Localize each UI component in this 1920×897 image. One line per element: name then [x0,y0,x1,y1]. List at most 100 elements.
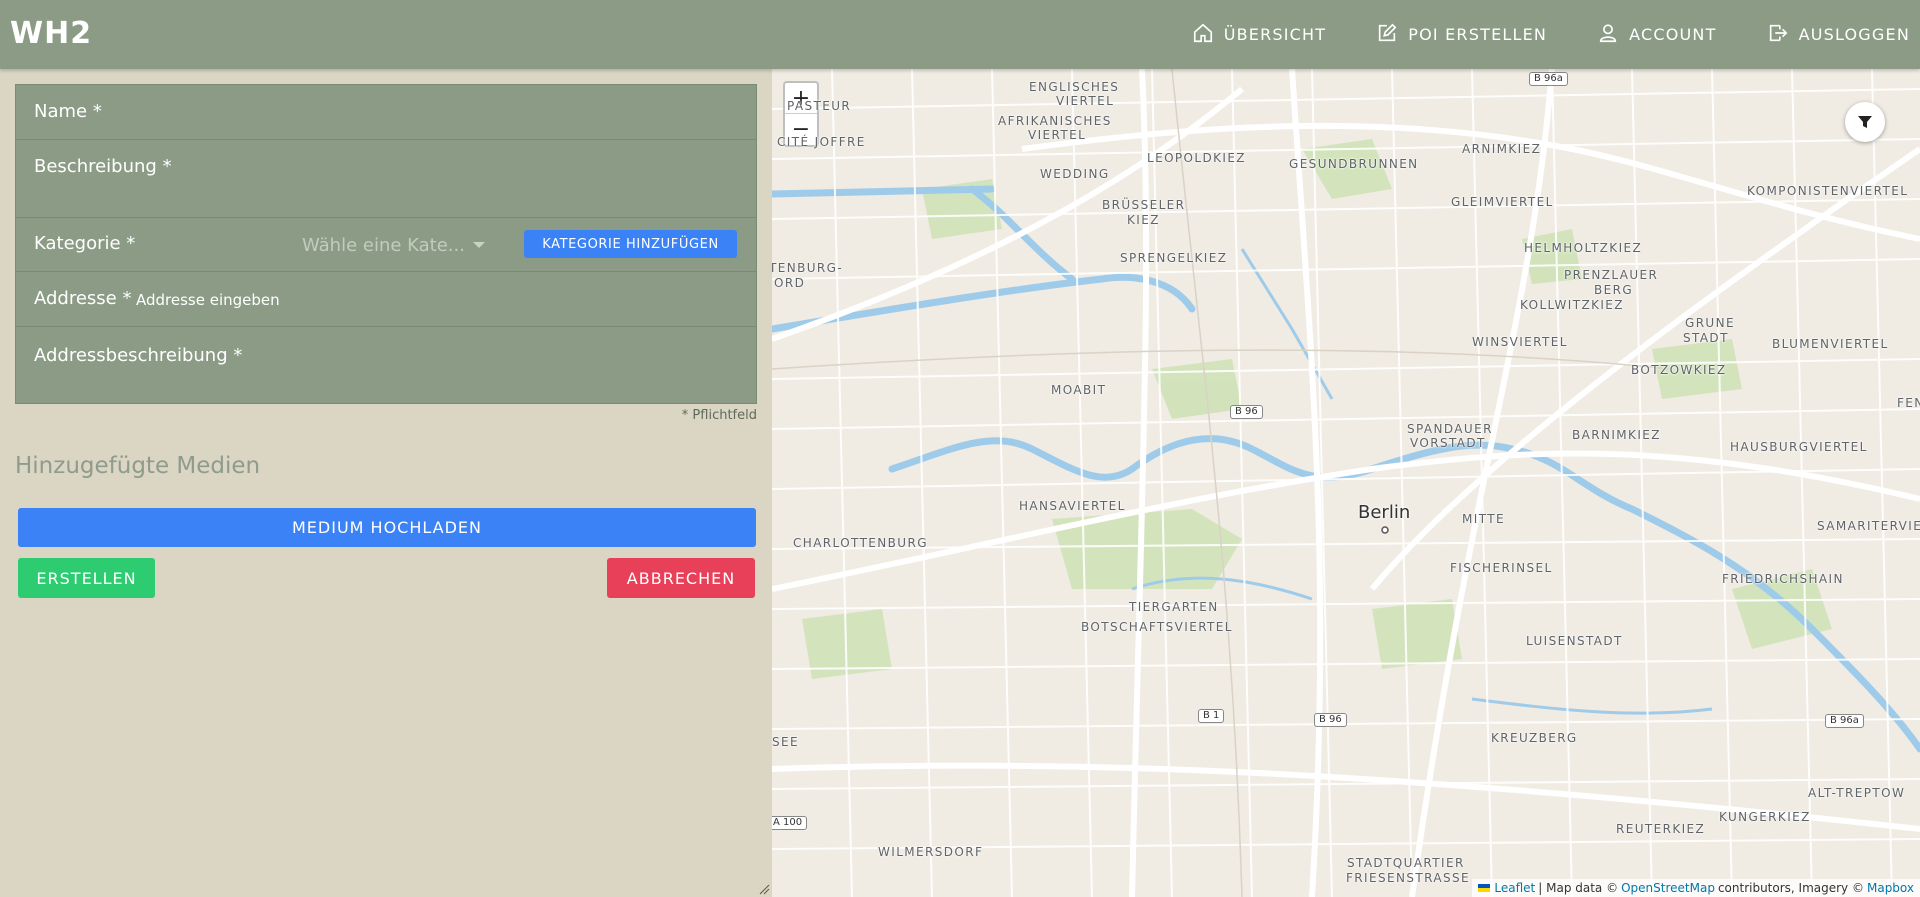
map-label: BERG [1594,283,1634,297]
map-label: TIERGARTEN [1129,600,1219,614]
map-label: MOABIT [1051,383,1107,397]
map-label: FISCHERINSEL [1450,561,1553,575]
map-label: CHARLOTTENBURG [793,536,928,550]
mapbox-link[interactable]: Mapbox [1867,881,1914,895]
top-navbar: WH2 ÜBERSICHT POI ERSTELLEN ACCOUNT AUSL… [0,0,1920,69]
category-label: Kategorie * [34,233,136,254]
nav-account[interactable]: ACCOUNT [1597,22,1716,48]
create-button[interactable]: ERSTELLEN [18,558,155,598]
nav-account-label: ACCOUNT [1629,25,1717,44]
road-badge: B 96a [1825,714,1864,728]
nav-overview-label: ÜBERSICHT [1223,25,1327,44]
address-description-field[interactable]: Addressbeschreibung * [16,327,756,404]
map-label: SPRENGELKIEZ [1120,251,1228,265]
city-label: Berlin [1358,502,1411,523]
map-label: WILMERSDORF [878,845,984,859]
map-label: CITÉ JOFFRE [777,135,866,149]
map-label: SAMARITERVIERTEL [1817,519,1920,533]
map-label: GLEIMVIERTEL [1451,195,1554,209]
road-badge: A 100 [772,816,808,830]
map-label: AFRIKANISCHES [998,114,1112,128]
upload-media-button[interactable]: MEDIUM HOCHLADEN [18,508,756,547]
map-label: VORSTADT [1410,436,1486,450]
caret-down-icon [472,242,485,248]
description-field[interactable]: Beschreibung * [16,140,756,218]
poi-form: Name * Beschreibung * Kategorie * Wähle … [15,84,757,404]
description-label: Beschreibung * [34,156,172,177]
map-label: VIERTEL [1056,94,1115,108]
map-label: BOTZOWKIEZ [1631,363,1727,377]
map-label: GESUNDBRUNNEN [1289,157,1419,171]
map-label: BRÜSSELER [1102,198,1186,212]
map-label: KOLLWITZKIEZ [1520,298,1624,312]
map-label: WEDDING [1040,167,1110,181]
map-label: PRENZLAUER [1564,268,1659,282]
name-label: Name * [34,101,102,122]
city-marker-icon [1381,526,1389,534]
nav-create-poi[interactable]: POI ERSTELLEN [1376,22,1547,48]
resize-handle-icon[interactable] [758,883,770,895]
road-badge: B 1 [1198,709,1225,723]
map-label: HAUSBURGVIERTEL [1730,440,1868,454]
map-label: LUISENSTADT [1526,634,1623,648]
map-label: KOMPONISTENVIERTEL [1747,184,1909,198]
map-label: ARNIMKIEZ [1462,142,1542,156]
address-label: Addresse * [34,288,132,309]
leaflet-link[interactable]: Leaflet [1494,881,1535,895]
map-label: BOTSCHAFTSVIERTEL [1081,620,1233,634]
map-view[interactable]: + − ENGLISCHES VIERTEL AFRIKANISCHES VIE… [772,69,1920,897]
edit-icon [1376,22,1408,48]
category-select[interactable]: Wähle eine Kate... [302,232,502,258]
map-label: VIERTEL [1028,128,1087,142]
map-label: ALT-TREPTOW [1808,786,1906,800]
media-section-title: Hinzugefügte Medien [15,453,261,479]
osm-link[interactable]: OpenStreetMap [1621,881,1715,895]
attribution-text: | Map data © [1538,881,1619,895]
map-label: WINSVIERTEL [1472,335,1568,349]
map-label: PASTEUR [787,99,852,113]
nav-overview[interactable]: ÜBERSICHT [1192,22,1327,48]
map-label: STADTQUARTIER [1347,856,1465,870]
map-attribution: Leaflet | Map data © OpenStreetMap contr… [1472,879,1920,897]
required-note: * Pflichtfeld [681,408,757,423]
category-row: Kategorie * Wähle eine Kate... KATEGORIE… [16,218,756,272]
attribution-text: contributors, Imagery © [1717,881,1864,895]
map-label: REUTERKIEZ [1616,822,1706,836]
address-input[interactable] [136,289,736,311]
address-row: Addresse * [16,272,756,327]
map-label: HANSAVIERTEL [1019,499,1126,513]
map-label: KREUZBERG [1491,731,1578,745]
map-label: LEOPOLDKIEZ [1147,151,1246,165]
road-badge: B 96 [1314,713,1347,727]
main-nav: ÜBERSICHT POI ERSTELLEN ACCOUNT AUSLOGGE… [1142,0,1910,69]
map-label: FRIESENSTRASSE [1346,871,1470,885]
logout-icon [1767,22,1799,48]
map-label: TENBURG- [772,261,844,275]
map-label: BARNIMKIEZ [1572,428,1661,442]
nav-create-poi-label: POI ERSTELLEN [1408,25,1548,44]
map-label: ENGLISCHES [1029,80,1120,94]
map-label: HELMHOLTZKIEZ [1524,241,1643,255]
map-label: SPANDAUER [1407,422,1493,436]
ukraine-flag-icon [1478,884,1491,892]
poi-form-panel: Name * Beschreibung * Kategorie * Wähle … [0,69,772,897]
home-icon [1192,22,1224,48]
add-category-button[interactable]: KATEGORIE HINZUFÜGEN [524,230,737,258]
nav-logout-label: AUSLOGGEN [1798,25,1910,44]
road-badge: B 96a [1529,72,1568,86]
map-label: ORD [774,276,806,290]
filter-button[interactable] [1845,102,1885,142]
map-label: KUNGERKIEZ [1719,810,1811,824]
map-label: FEN [1897,396,1920,410]
cancel-button[interactable]: ABBRECHEN [607,558,755,598]
filter-icon [1858,116,1872,128]
user-icon [1597,22,1629,48]
map-label: FRIEDRICHSHAIN [1722,572,1844,586]
name-field[interactable]: Name * [16,85,756,140]
address-description-label: Addressbeschreibung * [34,345,243,366]
category-select-value: Wähle eine Kate... [302,234,465,256]
app-logo[interactable]: WH2 [10,16,92,51]
nav-logout[interactable]: AUSLOGGEN [1767,22,1910,48]
map-label: STADT [1683,331,1729,345]
map-label: KIEZ [1127,213,1160,227]
